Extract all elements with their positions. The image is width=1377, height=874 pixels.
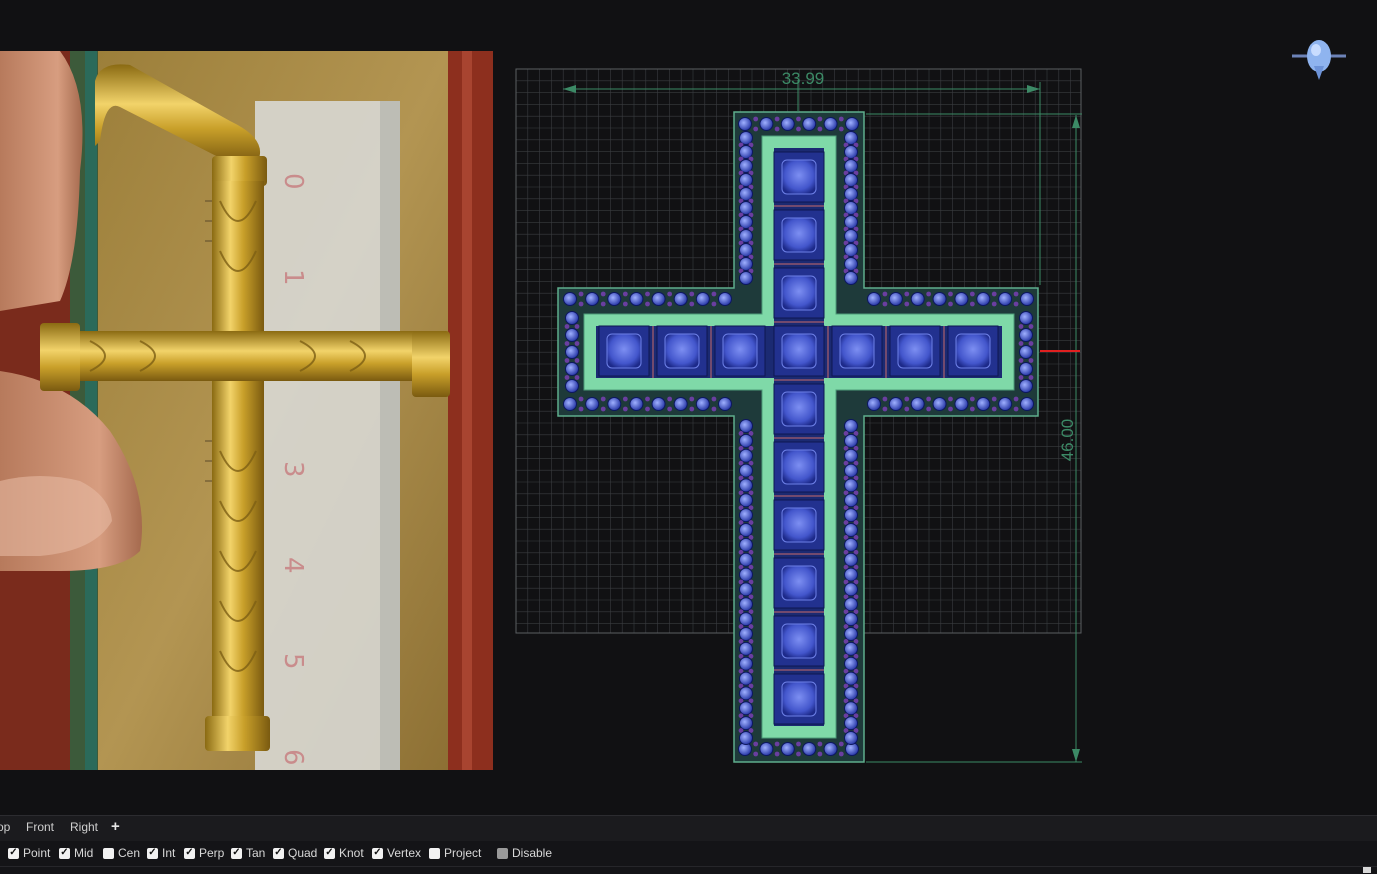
checkbox-icon[interactable]: ✓ [231,847,242,859]
tab-front[interactable]: Front [26,820,54,834]
viewport-tab-bar: op Front Right + [0,815,1377,842]
osnap-point[interactable]: ✓ Point [8,846,50,860]
osnap-disable[interactable]: Disable [497,846,552,860]
checkbox-icon[interactable] [429,847,440,859]
osnap-mid[interactable]: ✓ Mid [59,846,93,860]
status-divider [0,866,1377,867]
scroll-handle[interactable] [1363,867,1371,873]
checkbox-icon[interactable]: ✓ [324,847,335,859]
add-viewport-tab-button[interactable]: + [111,818,120,835]
osnap-vertex[interactable]: ✓ Vertex [372,846,421,860]
osnap-cen[interactable]: Cen [103,846,140,860]
checkbox-icon[interactable]: ✓ [184,847,195,859]
osnap-toolbar: ✓ Point ✓ Mid Cen ✓ Int ✓ Perp ✓ Tan ✓ Quad ✓ K… [0,841,1377,874]
width-dimension-label: 33.99 [782,69,825,88]
checkbox-icon[interactable]: ✓ [59,847,70,859]
tab-right[interactable]: Right [70,820,98,834]
perspective-viewport[interactable]: 0 1 2 3 4 5 6 [0,0,1377,815]
osnap-int[interactable]: ✓ Int [147,846,175,860]
checkbox-icon[interactable] [497,847,508,859]
cad-model-view[interactable]: 33.99 46.00 [0,0,1377,815]
checkbox-icon[interactable]: ✓ [147,847,158,859]
height-dimension-label: 46.00 [1058,419,1077,462]
checkbox-icon[interactable]: ✓ [273,847,284,859]
osnap-project[interactable]: Project [429,846,481,860]
checkbox-icon[interactable]: ✓ [8,847,19,859]
checkbox-icon[interactable] [103,847,114,859]
checkbox-icon[interactable]: ✓ [372,847,383,859]
osnap-knot[interactable]: ✓ Knot [324,846,364,860]
osnap-tan[interactable]: ✓ Tan [231,846,265,860]
tab-top[interactable]: op [0,820,10,834]
cross-model[interactable] [557,111,1039,763]
view-gumball-icon[interactable] [1288,36,1350,82]
osnap-perp[interactable]: ✓ Perp [184,846,224,860]
osnap-quad[interactable]: ✓ Quad [273,846,317,860]
